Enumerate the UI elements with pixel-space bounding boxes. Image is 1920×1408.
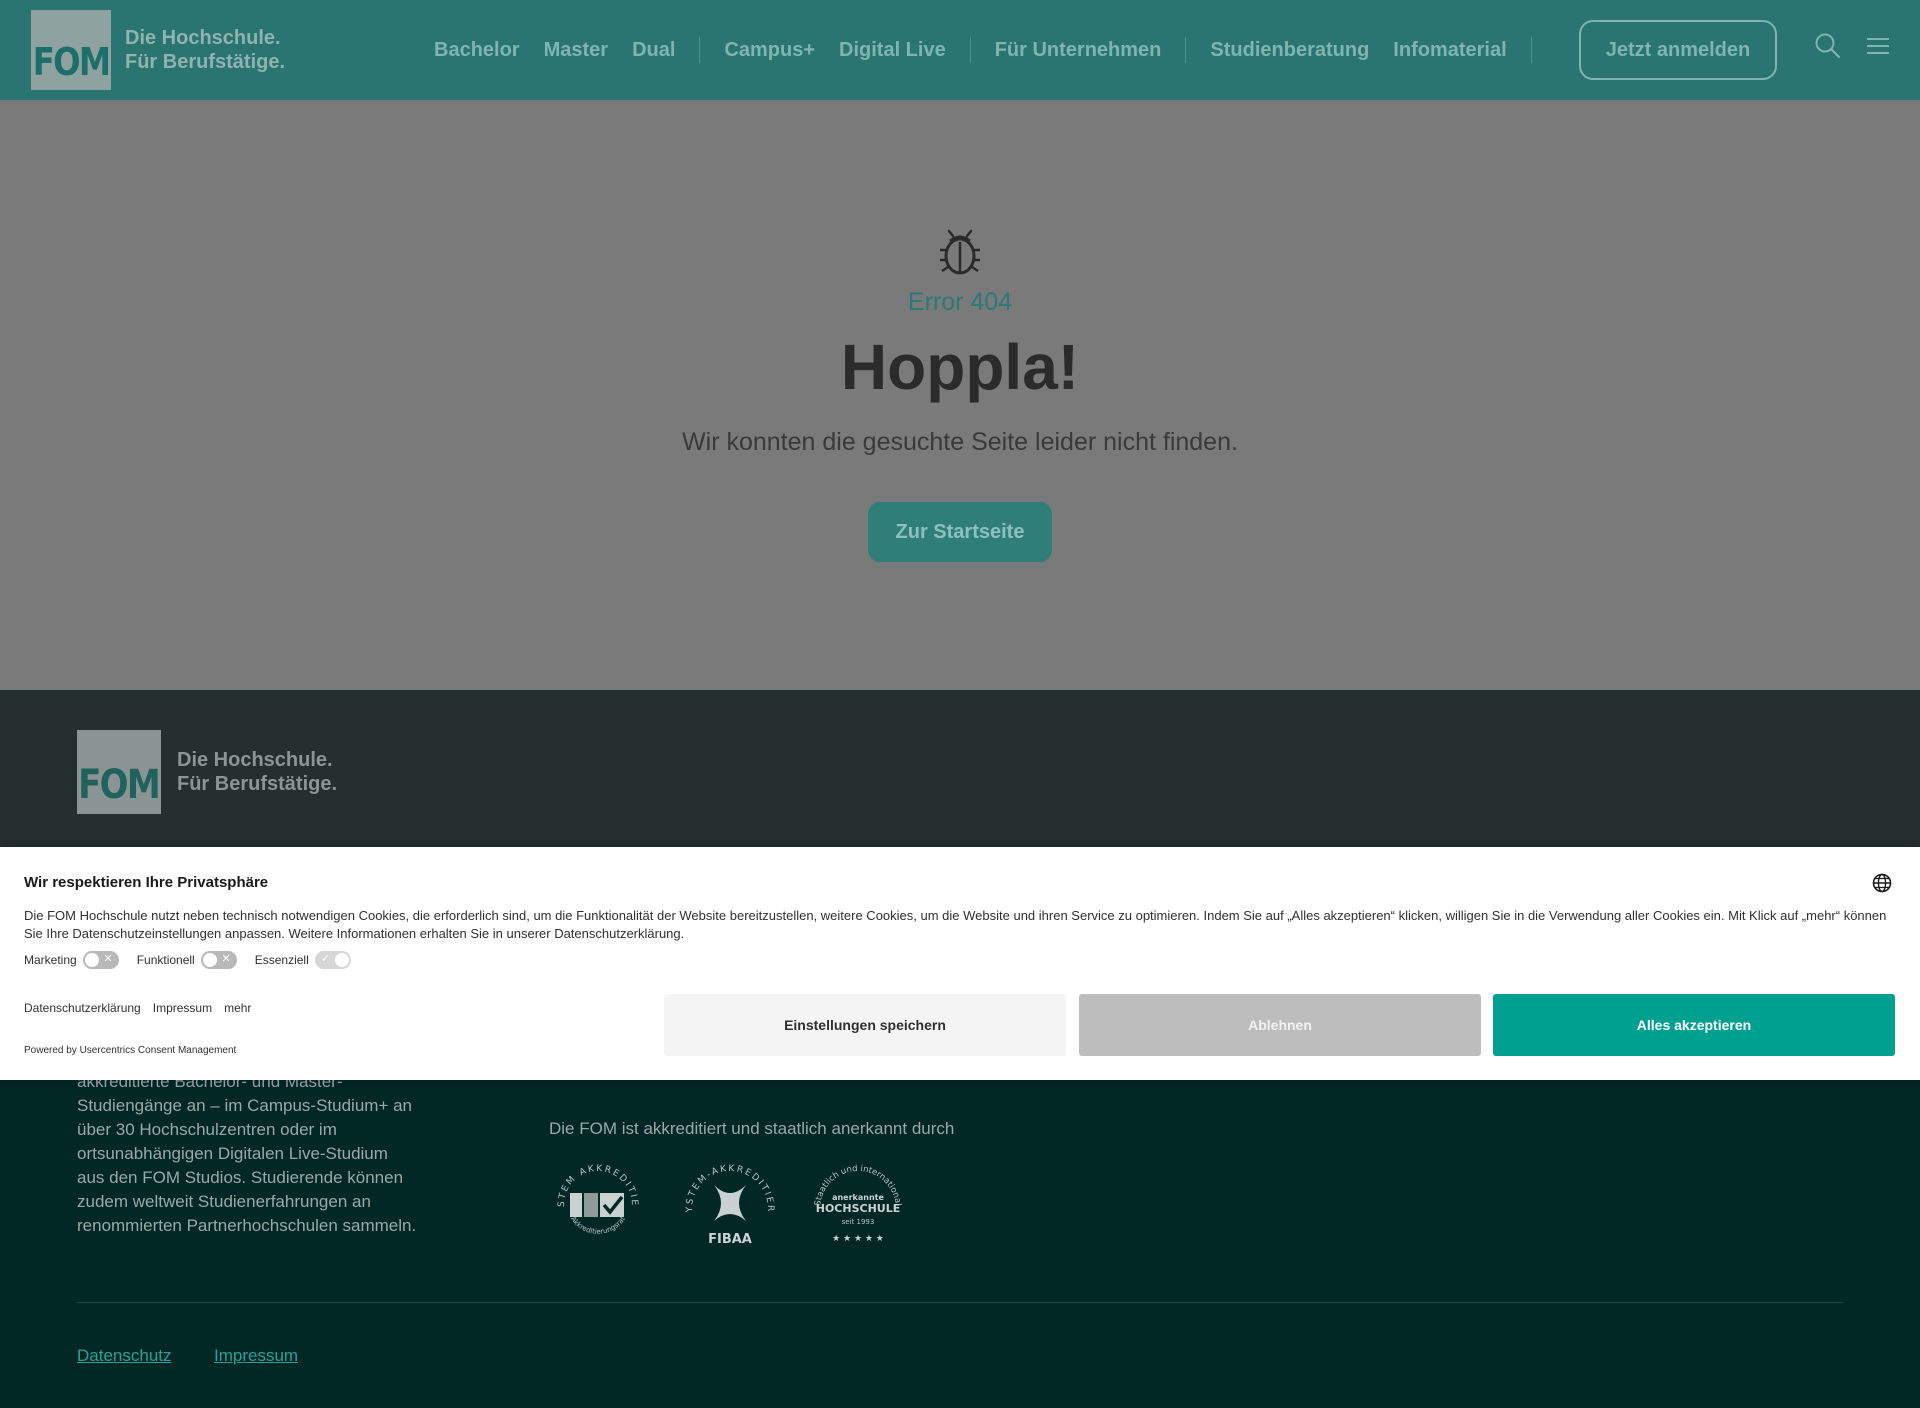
footer-logo[interactable]: FOM Die Hochschule. Für Berufstätige.	[77, 730, 337, 814]
nav-divider	[1530, 37, 1532, 63]
toggle-label-essenziell: Essenziell	[254, 953, 309, 967]
close-icon: ✕	[103, 953, 113, 965]
cookie-consent-banner: Wir respektieren Ihre Privatsphäre Die F…	[0, 847, 1920, 1080]
home-button[interactable]: Zur Startseite	[868, 502, 1052, 562]
footer-divider	[77, 1302, 1843, 1303]
consent-link-mehr[interactable]: mehr	[224, 1001, 251, 1015]
menu-icon[interactable]	[1864, 32, 1892, 60]
funktionell-toggle[interactable]: ✕	[200, 951, 237, 969]
svg-text:FIBAA: FIBAA	[708, 1232, 752, 1247]
fibaa-seal: SYSTEM-AKKREDITIERT FIBAA	[682, 1157, 773, 1247]
svg-text:anerkannte: anerkannte	[832, 1193, 884, 1202]
site-header: FOM Die Hochschule. Für Berufstätige. Ba…	[0, 0, 1920, 100]
nav-campus-plus[interactable]: Campus+	[724, 39, 815, 62]
logo-mark: FOM	[31, 10, 111, 90]
essenziell-toggle: ✓	[314, 951, 351, 969]
bug-icon	[940, 229, 980, 275]
consent-text: Die FOM Hochschule nutzt neben technisch…	[24, 908, 1887, 941]
nav-divider	[1185, 37, 1187, 63]
language-globe-icon[interactable]	[1872, 873, 1892, 893]
register-button[interactable]: Jetzt anmelden	[1579, 20, 1777, 80]
logo-tagline: Die Hochschule. Für Berufstätige.	[125, 27, 286, 73]
footer-link-datenschutz[interactable]: Datenschutz	[77, 1346, 172, 1366]
footer-logo-tagline: Die Hochschule. Für Berufstätige.	[177, 749, 338, 795]
error-code: Error 404	[907, 288, 1013, 316]
consent-powered-by: Powered by Usercentrics Consent Manageme…	[24, 1045, 237, 1056]
svg-text:HOCHSCHULE: HOCHSCHULE	[816, 1202, 901, 1215]
svg-text:★ ★ ★ ★ ★: ★ ★ ★ ★ ★	[832, 1234, 884, 1244]
save-settings-button[interactable]: Einstellungen speichern	[664, 994, 1066, 1056]
nav-digital-live[interactable]: Digital Live	[839, 39, 946, 62]
marketing-toggle[interactable]: ✕	[82, 951, 119, 969]
nav-dual[interactable]: Dual	[632, 39, 675, 62]
accreditation-text: Die FOM ist akkreditiert und staatlich a…	[549, 1119, 955, 1138]
consent-links: Datenschutzerklärung Impressum mehr	[24, 1001, 263, 1015]
deny-button[interactable]: Ablehnen	[1079, 994, 1481, 1056]
consent-toggles: Marketing ✕ Funktionell ✕ Essenziell ✓	[24, 951, 369, 969]
footer-link-impressum[interactable]: Impressum	[214, 1346, 298, 1366]
svg-text:seit 1993: seit 1993	[842, 1218, 875, 1226]
system-accreditation-seal: SYSTEM AKKREDITIERT Akkreditierungsrat	[550, 1157, 637, 1236]
accept-all-button[interactable]: Alles akzeptieren	[1493, 994, 1895, 1056]
nav-studienberatung[interactable]: Studienberatung	[1210, 39, 1369, 62]
error-message: Wir konnten die gesuchte Seite leider ni…	[682, 428, 1238, 456]
search-icon[interactable]	[1814, 32, 1842, 60]
main-nav: Bachelor Master Dual Campus+ Digital Liv…	[434, 0, 1556, 100]
close-icon: ✕	[221, 953, 231, 965]
check-icon: ✓	[320, 953, 330, 965]
header-logo[interactable]: FOM Die Hochschule. Für Berufstätige.	[31, 10, 285, 90]
footer-logo-mark: FOM	[77, 730, 161, 814]
nav-fuer-unternehmen[interactable]: Für Unternehmen	[995, 39, 1162, 62]
state-recognition-seal: Staatlich und international anerkannte H…	[813, 1164, 903, 1244]
footer-description: akkreditierte Bachelor- und Master-Studi…	[77, 1072, 417, 1235]
consent-link-datenschutzerklaerung[interactable]: Datenschutzerklärung	[24, 1001, 141, 1015]
nav-master[interactable]: Master	[544, 39, 608, 62]
svg-text:Akkreditierungsrat: Akkreditierungsrat	[569, 1215, 627, 1236]
consent-link-impressum[interactable]: Impressum	[153, 1001, 212, 1015]
toggle-label-marketing: Marketing	[24, 953, 77, 967]
error-title: Hoppla!	[840, 331, 1080, 403]
nav-divider	[969, 37, 971, 63]
nav-bachelor[interactable]: Bachelor	[434, 39, 520, 62]
nav-infomaterial[interactable]: Infomaterial	[1393, 39, 1506, 62]
toggle-label-funktionell: Funktionell	[136, 953, 195, 967]
consent-title: Wir respektieren Ihre Privatsphäre	[24, 874, 269, 891]
nav-divider	[699, 37, 701, 63]
